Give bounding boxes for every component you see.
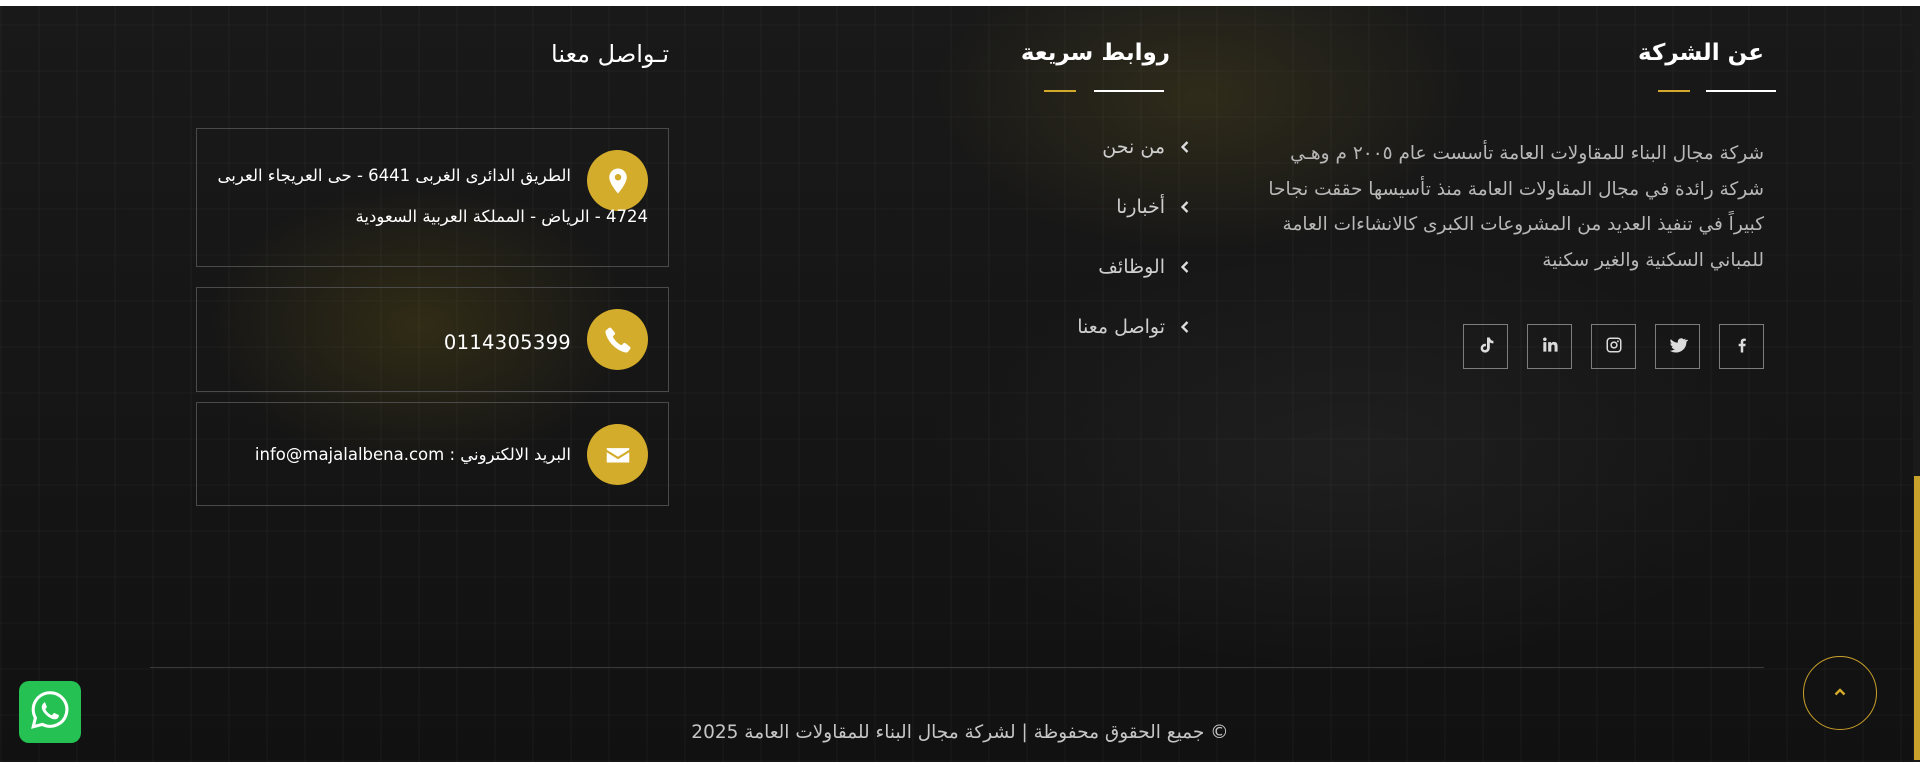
phone-number[interactable]: 0114305399 xyxy=(444,331,571,354)
about-title: عن الشركة xyxy=(1638,40,1764,66)
chevron-left-icon xyxy=(1177,259,1193,275)
quick-link-label: تواصل معنا xyxy=(1077,316,1165,338)
contact-title: تـواصل معنا xyxy=(551,40,669,68)
quick-link-about[interactable]: من نحن xyxy=(1102,132,1193,162)
phone-icon xyxy=(587,309,648,370)
about-title-underline xyxy=(1706,90,1776,92)
site-footer: عن الشركة شركة مجال البناء للمقاولات الع… xyxy=(0,6,1920,762)
twitter-link[interactable] xyxy=(1655,324,1700,369)
about-title-accent xyxy=(1658,90,1690,92)
quick-link-jobs[interactable]: الوظائف xyxy=(1098,252,1193,282)
envelope-icon xyxy=(587,424,648,485)
about-description: شركة مجال البناء للمقاولات العامة تأسست … xyxy=(1268,143,1764,271)
tiktok-icon xyxy=(1476,335,1496,359)
email-box: البريد الالكتروني : info@majalalbena.com xyxy=(196,402,669,506)
twitter-icon xyxy=(1668,335,1688,359)
phone-box: 0114305399 xyxy=(196,287,669,392)
quick-link-label: من نحن xyxy=(1102,136,1165,158)
whatsapp-button[interactable] xyxy=(19,681,81,743)
quick-links-title: روابط سريعة xyxy=(1020,40,1170,66)
chevron-up-icon xyxy=(1833,684,1847,703)
chevron-left-icon xyxy=(1177,319,1193,335)
whatsapp-icon xyxy=(27,687,73,737)
email-address[interactable]: البريد الالكتروني : info@majalalbena.com xyxy=(255,445,571,464)
quick-links-title-accent xyxy=(1044,90,1076,92)
address-line-1: الطريق الدائرى الغربى 6441 - حى العريجاء… xyxy=(217,166,571,185)
quick-link-label: أخبارنا xyxy=(1116,196,1165,218)
address-box: الطريق الدائرى الغربى 6441 - حى العريجاء… xyxy=(196,128,669,267)
facebook-link[interactable] xyxy=(1719,324,1764,369)
copyright-text: © جميع الحقوق محفوظة | لشركة مجال البناء… xyxy=(691,722,1229,743)
quick-link-news[interactable]: أخبارنا xyxy=(1116,192,1193,222)
linkedin-icon xyxy=(1540,335,1560,359)
quick-links-title-underline xyxy=(1094,90,1164,92)
chevron-left-icon xyxy=(1177,139,1193,155)
scrollbar-thumb[interactable] xyxy=(1914,476,1920,760)
chevron-left-icon xyxy=(1177,199,1193,215)
footer-divider xyxy=(150,667,1764,668)
facebook-icon xyxy=(1732,335,1752,359)
address-line-2: 4724 - الرياض - المملكة العربية السعودية xyxy=(355,207,648,226)
linkedin-link[interactable] xyxy=(1527,324,1572,369)
location-pin-icon xyxy=(587,150,648,211)
instagram-link[interactable] xyxy=(1591,324,1636,369)
tiktok-link[interactable] xyxy=(1463,324,1508,369)
quick-link-contact[interactable]: تواصل معنا xyxy=(1077,312,1193,342)
instagram-icon xyxy=(1604,335,1624,359)
back-to-top-button[interactable] xyxy=(1803,656,1877,730)
quick-link-label: الوظائف xyxy=(1098,256,1165,278)
